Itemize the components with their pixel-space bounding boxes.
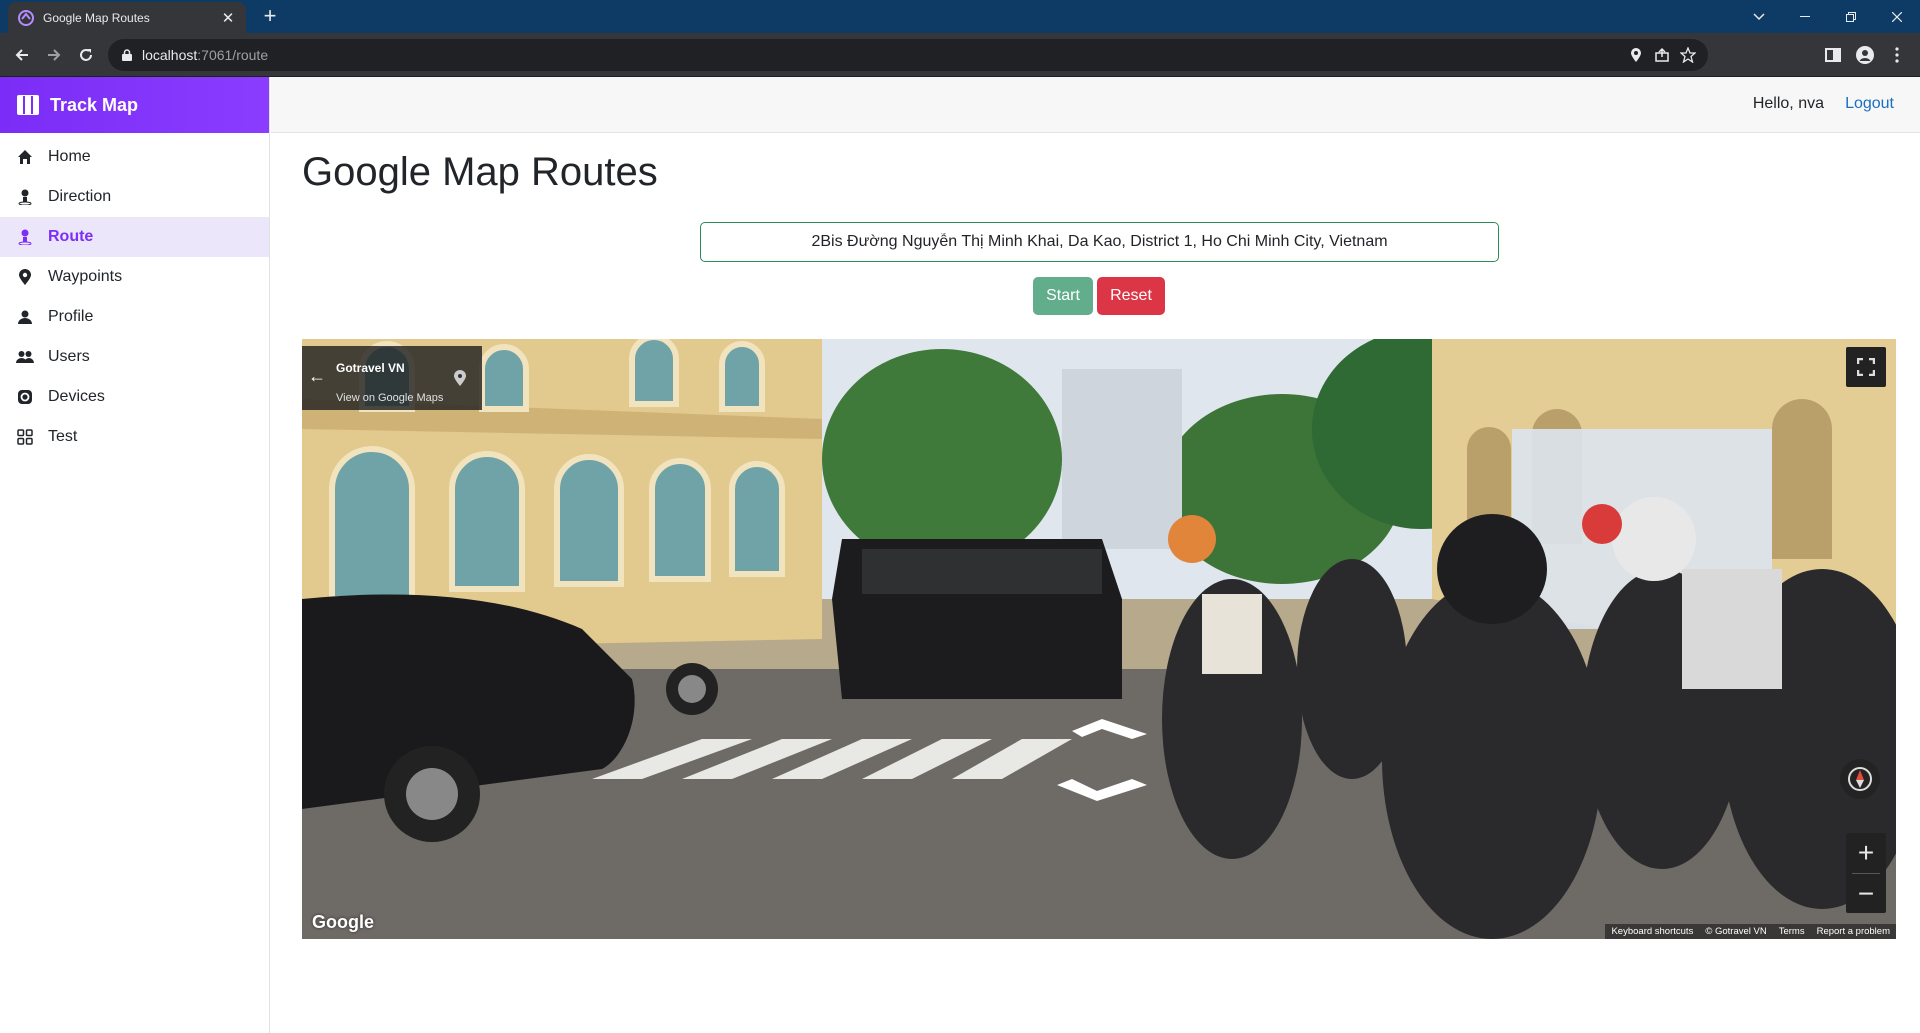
location-icon[interactable] [1628, 47, 1644, 63]
zoom-control: + − [1846, 833, 1886, 913]
keyboard-shortcuts-link[interactable]: Keyboard shortcuts [1611, 926, 1693, 937]
sidebar-item-waypoints[interactable]: Waypoints [0, 257, 269, 297]
grid-icon [16, 428, 34, 446]
copyright-text: © Gotravel VN [1705, 926, 1767, 937]
sidebar-item-test[interactable]: Test [0, 417, 269, 457]
sidebar-item-users[interactable]: Users [0, 337, 269, 377]
url-path: :7061/route [197, 47, 269, 63]
page-title: Google Map Routes [302, 150, 658, 194]
sidebar: Track Map Home Direction Route Waypoints… [0, 77, 270, 1033]
browser-toolbar: localhost:7061/route [0, 33, 1920, 77]
zoom-in-button[interactable]: + [1846, 833, 1886, 873]
lock-icon [122, 49, 132, 61]
sidebar-item-label: Users [48, 348, 90, 365]
sidebar-item-profile[interactable]: Profile [0, 297, 269, 337]
sidebar-item-label: Home [48, 148, 91, 165]
sidebar-item-direction[interactable]: Direction [0, 177, 269, 217]
reload-icon[interactable] [74, 43, 98, 67]
logout-link[interactable]: Logout [1845, 95, 1894, 113]
person-route-icon [16, 228, 34, 246]
brand-name: Track Map [50, 94, 139, 115]
sidebar-item-home[interactable]: Home [0, 137, 269, 177]
sidebar-item-label: Route [48, 228, 94, 245]
sidebar-item-route[interactable]: Route [0, 217, 269, 257]
sidebar-item-label: Devices [48, 388, 105, 405]
users-icon [16, 348, 34, 366]
side-panel-icon[interactable] [1823, 45, 1843, 65]
sidebar-item-devices[interactable]: Devices [0, 377, 269, 417]
map-logo-icon [16, 93, 40, 117]
device-icon [16, 388, 34, 406]
back-arrow-icon[interactable] [10, 43, 34, 67]
address-input[interactable] [700, 222, 1499, 262]
profile-avatar-icon[interactable] [1855, 45, 1875, 65]
person-pin-icon [16, 188, 34, 206]
terms-link[interactable]: Terms [1779, 926, 1805, 937]
browser-menu-icon[interactable] [1887, 45, 1907, 65]
street-view-panorama[interactable]: ← Gotravel VN View on Google Maps + − Go… [302, 339, 1896, 939]
map-attribution: Keyboard shortcuts © Gotravel VN Terms R… [1605, 924, 1896, 939]
browser-tab-bar: Google Map Routes ✕ + [0, 0, 1920, 33]
sidebar-item-label: Direction [48, 188, 112, 205]
user-greeting: Hello, nva [1752, 95, 1824, 112]
share-icon[interactable] [1654, 47, 1670, 63]
app-favicon-icon [18, 9, 34, 26]
brand[interactable]: Track Map [0, 77, 269, 133]
minimize-icon[interactable] [1782, 0, 1828, 33]
report-problem-link[interactable]: Report a problem [1817, 926, 1890, 937]
url-bar[interactable]: localhost:7061/route [108, 39, 1708, 71]
tab-title: Google Map Routes [43, 10, 150, 25]
street-view-image [302, 339, 1896, 939]
street-view-info-box: ← Gotravel VN View on Google Maps [302, 346, 482, 410]
sidebar-item-label: Test [48, 428, 78, 445]
fullscreen-icon[interactable] [1846, 347, 1886, 387]
reset-button[interactable]: Reset [1097, 277, 1165, 315]
start-button[interactable]: Start [1033, 277, 1093, 315]
close-window-icon[interactable] [1874, 0, 1920, 33]
new-tab-icon[interactable]: + [258, 4, 282, 28]
tab-close-icon[interactable]: ✕ [220, 9, 236, 27]
map-pin-icon[interactable] [454, 370, 466, 391]
restore-icon[interactable] [1828, 0, 1874, 33]
zoom-out-button[interactable]: − [1846, 874, 1886, 914]
google-logo: Google [312, 912, 374, 932]
browser-tab[interactable]: Google Map Routes ✕ [8, 2, 246, 33]
map-pin-icon [16, 268, 34, 286]
person-icon [16, 308, 34, 326]
place-name: Gotravel VN [336, 361, 405, 375]
home-icon [16, 148, 34, 166]
compass-icon[interactable] [1840, 759, 1880, 799]
url-host: localhost [142, 47, 198, 63]
forward-arrow-icon[interactable] [42, 43, 66, 67]
sidebar-item-label: Waypoints [48, 268, 123, 285]
top-header: Hello, nva Logout [271, 77, 1920, 133]
back-arrow-icon[interactable]: ← [308, 366, 326, 387]
view-on-google-maps-link[interactable]: View on Google Maps [336, 392, 443, 404]
tab-search-icon[interactable] [1736, 0, 1782, 33]
bookmark-star-icon[interactable] [1680, 47, 1696, 63]
sidebar-item-label: Profile [48, 308, 94, 325]
